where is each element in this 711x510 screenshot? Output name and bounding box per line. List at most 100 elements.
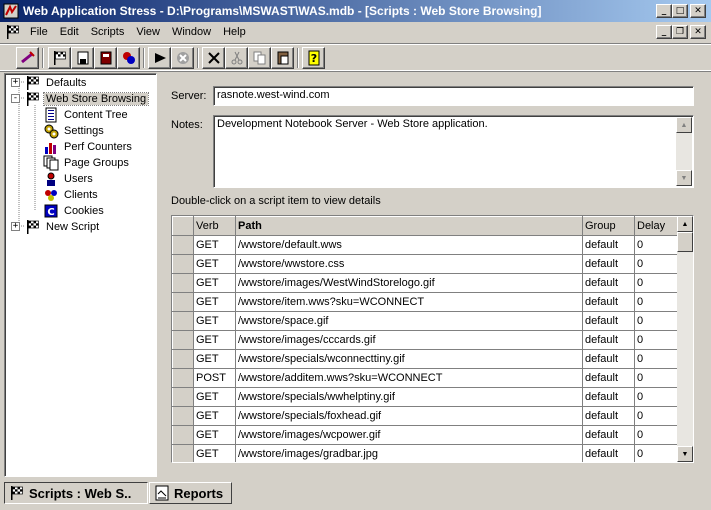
row-header[interactable] xyxy=(172,444,194,462)
menu-bar: File Edit Scripts View Window Help xyxy=(0,22,711,42)
tree-item-perf-counters[interactable]: Perf Counters xyxy=(43,139,134,155)
cell-group: default xyxy=(582,387,635,407)
cell-path: /wwstore/wwstore.css xyxy=(235,254,583,274)
table-row[interactable]: GET/wwstore/images/cccards.gif default 0 xyxy=(172,330,680,350)
scroll-thumb[interactable] xyxy=(677,232,693,252)
table-row[interactable]: GET/wwstore/item.wws?sku=WCONNECT default… xyxy=(172,292,680,312)
maximize-button[interactable]: □ xyxy=(672,4,688,18)
tree-item-users[interactable]: Users xyxy=(43,171,95,187)
notes-scrollbar[interactable]: ▲ ▼ xyxy=(676,117,692,186)
cell-path: /wwstore/item.wws?sku=WCONNECT xyxy=(235,292,583,312)
new-script-button[interactable] xyxy=(16,47,39,69)
scroll-up-icon[interactable]: ▲ xyxy=(677,216,693,232)
table-row[interactable]: GET/wwstore/specials/wwhelptiny.gif defau… xyxy=(172,387,680,407)
child-restore-button[interactable]: ❐ xyxy=(672,25,688,39)
script-items-grid[interactable]: Verb Path Group Delay GET/wwstore/defaul… xyxy=(171,215,694,463)
cookies-icon: C xyxy=(44,204,58,218)
open-script-button[interactable] xyxy=(48,47,71,69)
table-row[interactable]: GET/wwstore/specials/wconnecttiny.gif def… xyxy=(172,349,680,369)
save-button[interactable] xyxy=(71,47,94,69)
title-bar[interactable]: Web Application Stress - D:\Programs\MSW… xyxy=(0,0,711,22)
flag-icon xyxy=(11,486,23,500)
column-header-delay[interactable]: Delay xyxy=(634,216,680,236)
row-header[interactable] xyxy=(172,273,194,293)
table-row[interactable]: GET/wwstore/default.wws default 0 xyxy=(172,235,680,255)
row-header[interactable] xyxy=(172,292,194,312)
delete-button[interactable] xyxy=(202,47,225,69)
table-row[interactable]: POST/wwstore/additem.wws?sku=WCONNECT def… xyxy=(172,368,680,388)
cell-delay: 0 xyxy=(634,273,680,293)
column-header-path[interactable]: Path xyxy=(235,216,583,236)
tree-item-label: Perf Counters xyxy=(64,141,132,153)
menu-view[interactable]: View xyxy=(130,26,166,38)
settings-icon xyxy=(44,124,59,139)
tree-item-content-tree[interactable]: Content Tree xyxy=(43,107,130,123)
row-header[interactable] xyxy=(172,387,194,407)
tree-item-page-groups[interactable]: Page Groups xyxy=(43,155,131,171)
menu-help[interactable]: Help xyxy=(217,26,252,38)
help-button[interactable]: ? xyxy=(302,47,325,69)
cell-delay: 0 xyxy=(634,311,680,331)
scroll-down-icon[interactable]: ▼ xyxy=(676,170,692,186)
scroll-down-icon[interactable]: ▼ xyxy=(677,446,693,462)
row-header[interactable] xyxy=(172,330,194,350)
cell-verb: GET xyxy=(193,235,236,255)
tab-scripts[interactable]: Scripts : Web S.. xyxy=(4,482,148,504)
cell-delay: 0 xyxy=(634,254,680,274)
collapse-web-store-browsing[interactable]: - xyxy=(11,94,20,103)
wizard-icon xyxy=(122,52,135,64)
menu-file[interactable]: File xyxy=(24,26,54,38)
expand-new-script[interactable]: + xyxy=(11,222,20,231)
row-header[interactable] xyxy=(172,425,194,445)
wizard-button[interactable] xyxy=(117,47,140,69)
pane-splitter[interactable] xyxy=(158,73,161,477)
menu-edit[interactable]: Edit xyxy=(54,26,85,38)
tree-item-web-store-browsing[interactable]: Web Store Browsing xyxy=(25,91,150,107)
cell-delay: 0 xyxy=(634,387,680,407)
menu-scripts[interactable]: Scripts xyxy=(85,26,131,38)
tree-item-cookies[interactable]: C Cookies xyxy=(43,203,106,219)
cell-path: /wwstore/specials/wwhelptiny.gif xyxy=(235,387,583,407)
script-items-table: Verb Path Group Delay GET/wwstore/defaul… xyxy=(172,216,680,462)
child-close-button[interactable]: ✕ xyxy=(690,25,706,39)
child-minimize-button[interactable]: _ xyxy=(656,25,672,39)
minimize-button[interactable]: _ xyxy=(656,4,672,18)
grid-scrollbar[interactable]: ▲ ▼ xyxy=(677,216,693,462)
tab-reports[interactable]: Reports xyxy=(149,482,232,504)
cell-group: default xyxy=(582,292,635,312)
cell-path: /wwstore/specials/wconnecttiny.gif xyxy=(235,349,583,369)
run-button[interactable] xyxy=(148,47,171,69)
copy-icon xyxy=(253,51,265,65)
notes-label: Notes: xyxy=(171,119,203,131)
row-header[interactable] xyxy=(172,254,194,274)
row-header[interactable] xyxy=(172,349,194,369)
paste-button[interactable] xyxy=(271,47,294,69)
table-row[interactable]: GET/wwstore/images/wcpower.gif default 0 xyxy=(172,425,680,445)
row-header[interactable] xyxy=(172,406,194,426)
table-row[interactable]: GET/wwstore/images/WestWindStorelogo.gif… xyxy=(172,273,680,293)
table-row[interactable]: GET/wwstore/space.gif default 0 xyxy=(172,311,680,331)
expand-defaults[interactable]: + xyxy=(11,78,20,87)
row-header[interactable] xyxy=(172,311,194,331)
menu-window[interactable]: Window xyxy=(166,26,217,38)
notes-textarea[interactable]: Development Notebook Server - Web Store … xyxy=(213,115,694,188)
scroll-up-icon[interactable]: ▲ xyxy=(676,117,692,133)
tree-item-defaults[interactable]: Defaults xyxy=(25,75,88,91)
tree-item-clients[interactable]: Clients xyxy=(43,187,100,203)
cell-path: /wwstore/space.gif xyxy=(235,311,583,331)
close-button[interactable]: ✕ xyxy=(690,4,706,18)
server-input[interactable]: rasnote.west-wind.com xyxy=(213,86,694,106)
tree-item-settings[interactable]: Settings xyxy=(43,123,106,139)
tree-item-new-script[interactable]: New Script xyxy=(25,219,101,235)
book-button[interactable] xyxy=(94,47,117,69)
table-row[interactable]: GET/wwstore/images/gradbar.jpg default 0 xyxy=(172,444,680,462)
column-header-verb[interactable]: Verb xyxy=(193,216,236,236)
column-header-group[interactable]: Group xyxy=(582,216,635,236)
row-header[interactable] xyxy=(172,235,194,255)
table-row[interactable]: GET/wwstore/wwstore.css default 0 xyxy=(172,254,680,274)
row-header[interactable] xyxy=(172,368,194,388)
script-tree[interactable]: + - + Defaults Web Store Browsing Conten… xyxy=(4,73,157,477)
cell-verb: GET xyxy=(193,292,236,312)
table-row[interactable]: GET/wwstore/specials/foxhead.gif default 0 xyxy=(172,406,680,426)
cell-path: /wwstore/images/cccards.gif xyxy=(235,330,583,350)
